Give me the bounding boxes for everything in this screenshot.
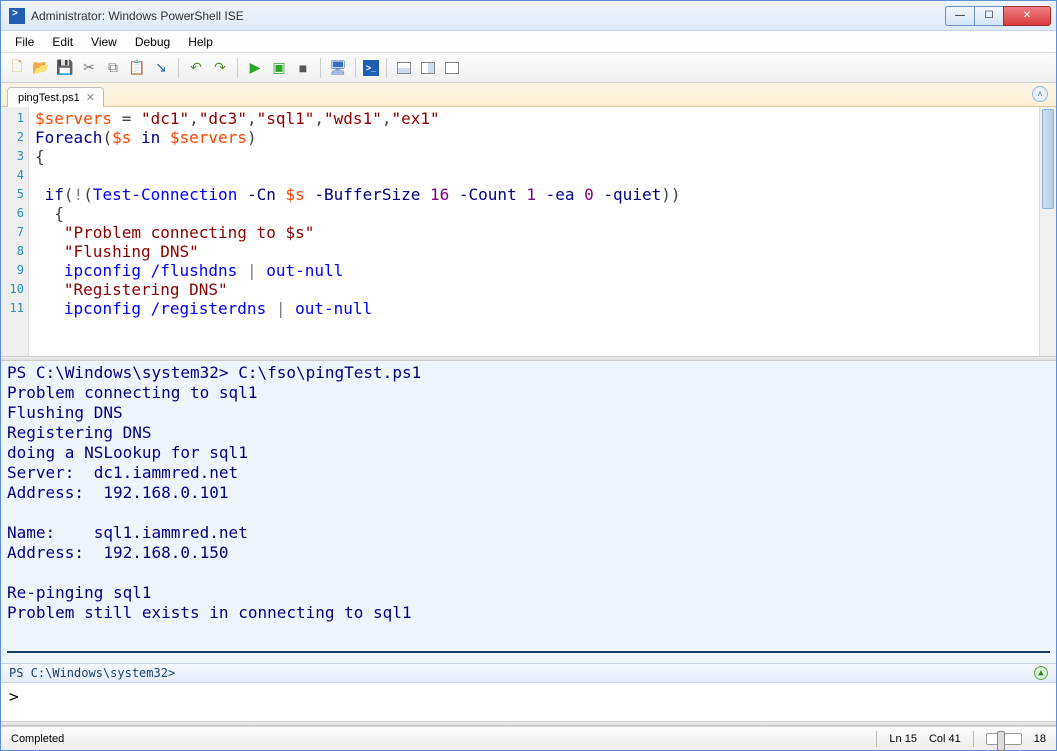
line-number: 11	[1, 299, 24, 318]
expand-script-icon[interactable]: ˄	[1032, 86, 1048, 102]
title-bar: Administrator: Windows PowerShell ISE — …	[1, 1, 1056, 31]
run-selection-icon[interactable]: ▣	[269, 58, 289, 78]
command-up-arrow-icon[interactable]: ▲	[1034, 666, 1048, 680]
output-text: PS C:\Windows\system32> C:\fso\pingTest.…	[7, 363, 421, 622]
window-title: Administrator: Windows PowerShell ISE	[31, 9, 946, 23]
line-number: 2	[1, 128, 24, 147]
command-prompt-path: PS C:\Windows\system32>	[9, 666, 175, 680]
output-rule	[7, 651, 1050, 653]
save-file-icon[interactable]: 💾	[55, 58, 75, 78]
toolbar-separator	[386, 58, 387, 78]
line-number: 10	[1, 280, 24, 299]
run-icon[interactable]: ▶	[245, 58, 265, 78]
tab-label: pingTest.ps1	[18, 92, 80, 104]
status-bar: Completed Ln 15 Col 41 18	[1, 726, 1056, 750]
line-number: 4	[1, 166, 24, 185]
close-button[interactable]: ✕	[1003, 6, 1051, 26]
toolbar: 🗋 📂 💾 ✂ ⧉ 📋 ↘ ↶ ↷ ▶ ▣ ■ 🖥 >_	[1, 53, 1056, 83]
toolbar-separator	[355, 58, 356, 78]
undo-icon[interactable]: ↶	[186, 58, 206, 78]
menu-view[interactable]: View	[83, 33, 125, 51]
powershell-icon[interactable]: >_	[363, 60, 379, 76]
line-number: 1	[1, 109, 24, 128]
menu-help[interactable]: Help	[180, 33, 221, 51]
command-input-text: >	[9, 687, 19, 706]
menu-file[interactable]: File	[7, 33, 42, 51]
zoom-value: 18	[1034, 733, 1046, 745]
app-icon	[9, 8, 25, 24]
command-prompt-header: PS C:\Windows\system32> ▲	[1, 663, 1056, 683]
status-divider	[973, 731, 974, 747]
copy-icon[interactable]: ⧉	[103, 58, 123, 78]
script-editor[interactable]: 1 2 3 4 5 6 7 8 9 10 11 $servers = "dc1"…	[1, 107, 1056, 356]
line-number: 9	[1, 261, 24, 280]
zoom-slider[interactable]	[986, 733, 1022, 745]
cut-icon[interactable]: ✂	[79, 58, 99, 78]
paste-icon[interactable]: 📋	[127, 58, 147, 78]
toolbar-separator	[178, 58, 179, 78]
command-input[interactable]: >	[1, 683, 1056, 721]
new-remote-icon[interactable]: 🖥	[328, 58, 348, 78]
line-number: 8	[1, 242, 24, 261]
maximize-button[interactable]: ☐	[974, 6, 1004, 26]
line-number: 7	[1, 223, 24, 242]
line-number: 6	[1, 204, 24, 223]
status-text: Completed	[11, 733, 64, 745]
new-file-icon[interactable]: 🗋	[7, 58, 27, 78]
menu-bar: File Edit View Debug Help	[1, 31, 1056, 53]
layout-max-icon[interactable]	[442, 58, 462, 78]
clear-icon[interactable]: ↘	[151, 58, 171, 78]
tab-strip: pingTest.ps1 ✕ ˄	[1, 83, 1056, 107]
output-pane[interactable]: PS C:\Windows\system32> C:\fso\pingTest.…	[1, 361, 1056, 663]
menu-debug[interactable]: Debug	[127, 33, 178, 51]
tab-close-icon[interactable]: ✕	[86, 91, 95, 104]
toolbar-separator	[237, 58, 238, 78]
layout-script-top-icon[interactable]	[394, 58, 414, 78]
status-divider	[876, 731, 877, 747]
line-number: 3	[1, 147, 24, 166]
line-number: 5	[1, 185, 24, 204]
status-line: Ln 15	[889, 733, 917, 745]
menu-edit[interactable]: Edit	[44, 33, 81, 51]
window-buttons: — ☐ ✕	[946, 6, 1051, 26]
stop-icon[interactable]: ■	[293, 58, 313, 78]
tab-active[interactable]: pingTest.ps1 ✕	[7, 87, 104, 107]
toolbar-separator	[320, 58, 321, 78]
status-col: Col 41	[929, 733, 961, 745]
line-gutter: 1 2 3 4 5 6 7 8 9 10 11	[1, 107, 29, 356]
scrollbar-thumb[interactable]	[1042, 109, 1054, 209]
layout-side-icon[interactable]	[418, 58, 438, 78]
minimize-button[interactable]: —	[945, 6, 975, 26]
open-file-icon[interactable]: 📂	[31, 58, 51, 78]
redo-icon[interactable]: ↷	[210, 58, 230, 78]
code-area[interactable]: $servers = "dc1","dc3","sql1","wds1","ex…	[29, 107, 1056, 356]
editor-scrollbar[interactable]	[1039, 107, 1056, 356]
